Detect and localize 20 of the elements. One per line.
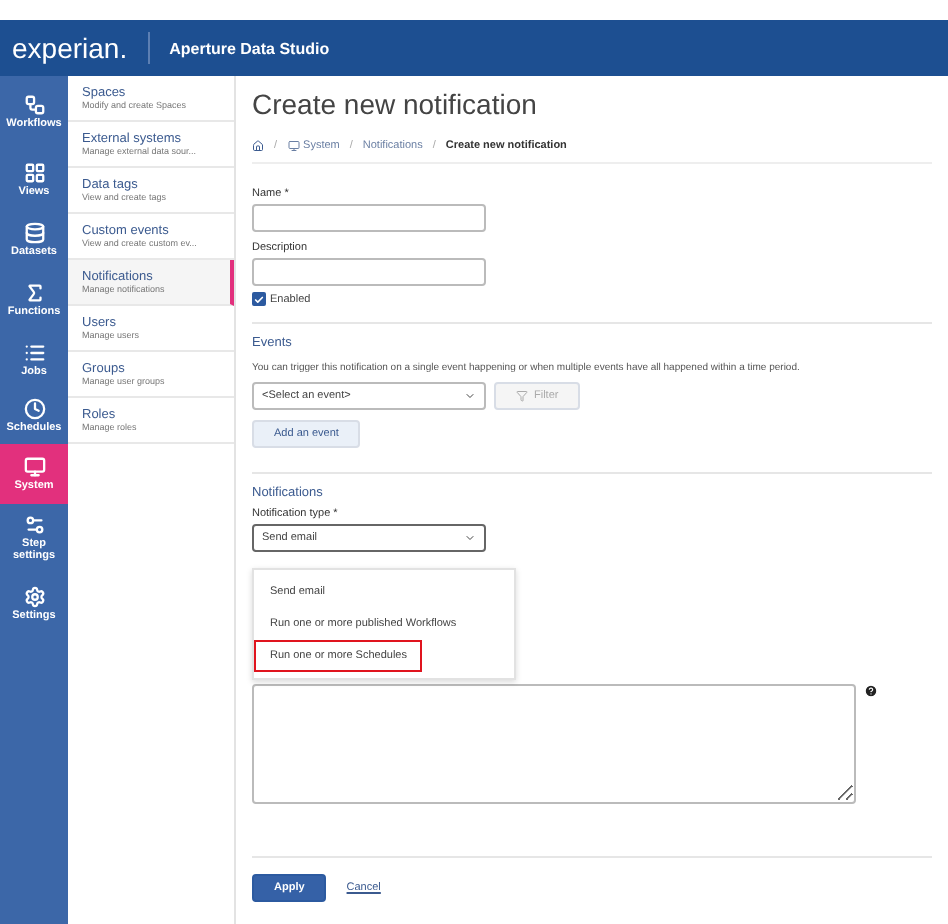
monitor-icon xyxy=(23,455,45,478)
list-icon xyxy=(23,341,45,364)
sigma-icon xyxy=(23,281,45,304)
database-icon xyxy=(23,221,45,244)
grid-icon xyxy=(23,161,45,184)
logo: experian. xyxy=(12,32,150,64)
help-icon[interactable] xyxy=(864,684,878,698)
description-input[interactable] xyxy=(252,258,486,286)
caret-icon xyxy=(464,390,476,402)
filter-icon xyxy=(516,390,528,402)
page-title: Create new notification xyxy=(252,88,539,120)
checkbox[interactable] xyxy=(252,292,266,306)
monitor-icon xyxy=(287,140,300,152)
workflow-icon xyxy=(23,94,45,117)
settings-icon xyxy=(23,585,45,608)
home-icon[interactable] xyxy=(252,140,264,152)
name-input[interactable] xyxy=(252,204,486,232)
caret-icon xyxy=(464,532,476,544)
app-title: Aperture Data Studio xyxy=(169,39,330,57)
clock-icon xyxy=(23,398,45,421)
